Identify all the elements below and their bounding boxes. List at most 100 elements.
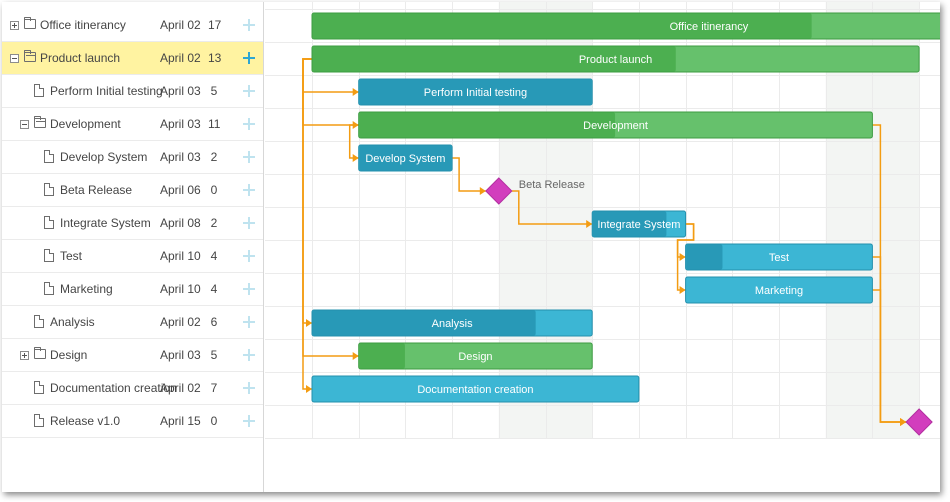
task-duration: 2 [210,216,218,230]
task-bar-label: Design [458,351,492,363]
add-task-icon[interactable] [242,249,256,263]
task-grid: Office itinerancy April 02 17 Product launc… [2,2,264,492]
dependency-link [302,58,312,324]
add-task-icon[interactable] [242,216,256,230]
task-name: Documentation creation [50,381,177,395]
task-start-date: April 06 [160,183,201,197]
add-task-icon[interactable] [242,414,256,428]
task-start-date: April 02 [160,315,201,329]
grid-row[interactable]: Documentation creation April 02 7 [2,372,263,405]
grid-row[interactable]: Integrate System April 08 2 [2,207,263,240]
file-icon [34,381,44,394]
file-icon [44,150,54,163]
task-name: Design [50,348,88,362]
file-icon [44,183,54,196]
task-duration: 13 [208,51,222,65]
task-start-date: April 03 [160,84,201,98]
add-task-icon[interactable] [242,381,256,395]
add-task-icon[interactable] [242,183,256,197]
task-bar-label: Documentation creation [417,384,533,396]
task-start-date: April 03 [160,150,201,164]
collapse-toggle-icon[interactable] [20,120,29,129]
grid-row[interactable]: Marketing April 10 4 [2,273,263,306]
task-bar-label: Integrate System [597,219,680,231]
add-task-icon[interactable] [242,282,256,296]
task-duration: 17 [208,18,222,32]
folder-icon [34,347,46,359]
grid-row[interactable]: Perform Initial testing April 03 5 [2,75,263,108]
link-arrow [679,253,686,261]
task-duration: 2 [210,150,218,164]
task-duration: 7 [210,381,218,395]
gantt-timeline: Office itinerancy Product launch Perform I… [265,2,940,492]
link-arrow [479,187,486,195]
task-progress [359,343,405,369]
add-task-icon[interactable] [242,150,256,164]
task-start-date: April 02 [160,51,201,65]
add-task-icon[interactable] [242,18,256,32]
task-start-date: April 08 [160,216,201,230]
task-bar-label: Perform Initial testing [424,87,527,99]
task-duration: 6 [210,315,218,329]
add-task-icon[interactable] [242,315,256,329]
grid-row[interactable]: Design April 03 5 [2,339,263,372]
task-duration: 0 [210,183,218,197]
grid-row[interactable]: Product launch April 02 13 [2,42,263,75]
expand-toggle-icon[interactable] [20,351,29,360]
grid-row[interactable]: Test April 10 4 [2,240,263,273]
file-icon [34,84,44,97]
expand-toggle-icon[interactable] [10,21,19,30]
task-name: Integrate System [60,216,151,230]
task-progress [686,244,723,270]
file-icon [34,315,44,328]
task-name: Test [60,249,83,263]
task-bar-label: Develop System [365,153,445,165]
folder-open-icon [34,116,46,128]
gantt-app: Office itinerancy April 02 17 Product launc… [2,2,940,492]
task-duration: 5 [210,84,218,98]
grid-row[interactable]: Beta Release April 06 0 [2,174,263,207]
task-start-date: April 02 [160,18,201,32]
link-arrow [352,352,359,360]
grid-row[interactable]: Analysis April 02 6 [2,306,263,339]
task-bar-label: Office itinerancy [670,21,749,33]
task-bar-label: Marketing [755,285,803,297]
task-bar-label: Development [583,120,648,132]
link-arrow [306,319,312,327]
task-name: Develop System [60,150,148,164]
add-task-icon[interactable] [242,348,256,362]
task-name: Release v1.0 [50,414,121,428]
task-duration: 0 [210,414,218,428]
task-duration: 5 [210,348,218,362]
task-duration: 11 [208,117,221,131]
task-name: Perform Initial testing [50,84,163,98]
link-arrow [306,385,312,393]
grid-row[interactable]: Office itinerancy April 02 17 [2,9,263,42]
task-name: Development [50,117,121,131]
task-start-date: April 03 [160,117,201,131]
add-task-icon[interactable] [242,84,256,98]
grid-row[interactable]: Release v1.0 April 15 0 [2,405,263,438]
collapse-toggle-icon[interactable] [10,54,19,63]
file-icon [34,414,44,427]
add-task-icon[interactable] [242,117,256,131]
task-start-date: April 10 [160,249,201,263]
task-duration: 4 [210,249,218,263]
task-name: Office itinerancy [40,18,126,32]
task-progress [312,310,536,336]
add-task-icon[interactable] [242,51,256,65]
task-bar-label: Test [769,252,789,264]
task-bar-label: Analysis [432,318,473,330]
folder-icon [24,17,36,29]
file-icon [44,249,54,262]
task-name: Beta Release [60,183,133,197]
milestone-label: Beta Release [519,179,585,191]
task-progress [359,112,616,138]
grid-row[interactable]: Develop System April 03 2 [2,141,263,174]
task-name: Analysis [50,315,95,329]
grid-row[interactable]: Development April 03 11 [2,108,263,141]
task-start-date: April 02 [160,381,201,395]
task-start-date: April 03 [160,348,201,362]
task-bar-label: Product launch [579,54,652,66]
task-start-date: April 15 [160,414,201,428]
